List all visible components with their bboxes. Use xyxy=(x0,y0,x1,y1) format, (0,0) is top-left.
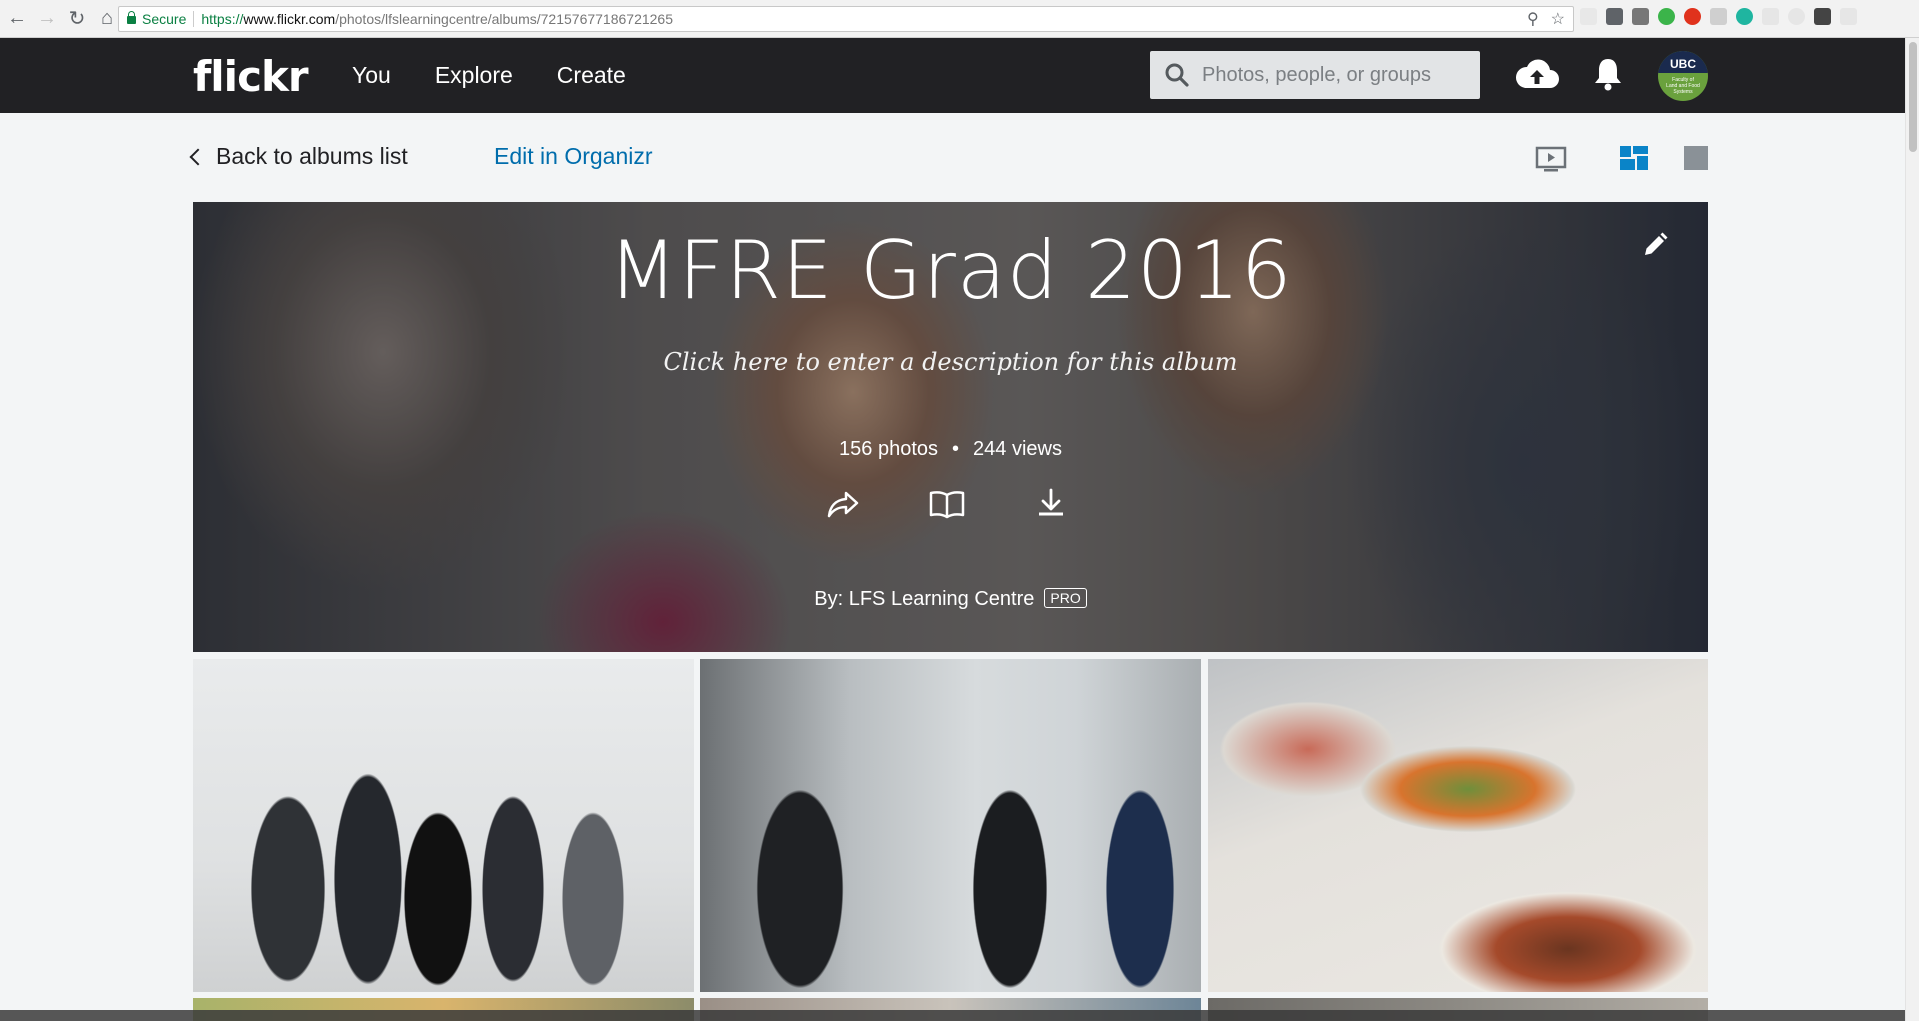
pro-badge: PRO xyxy=(1044,588,1087,608)
avatar-subtext: Faculty of Land and Food Systems xyxy=(1666,77,1700,95)
search-box[interactable] xyxy=(1150,51,1480,99)
photo-thumbnail[interactable] xyxy=(1208,659,1708,992)
nav-you[interactable]: You xyxy=(352,62,391,89)
main-nav: You Explore Create xyxy=(352,62,670,89)
flickr-logo[interactable]: flickr xyxy=(193,52,309,101)
site-header: flickr You Explore Create UBC Faculty of… xyxy=(0,38,1905,113)
chevron-left-icon xyxy=(189,148,207,165)
extension-icon[interactable] xyxy=(1762,8,1779,25)
owner-link[interactable]: By: LFS Learning Centre xyxy=(814,588,1034,610)
bell-icon[interactable] xyxy=(1592,56,1624,97)
search-input[interactable] xyxy=(1202,63,1462,87)
url-host: www.flickr.com xyxy=(243,11,336,27)
dropbox-icon[interactable] xyxy=(1710,8,1727,25)
extension-icon[interactable] xyxy=(1814,8,1831,25)
divider xyxy=(193,11,195,27)
upload-cloud-icon[interactable] xyxy=(1514,56,1560,97)
extension-icon[interactable] xyxy=(1658,8,1675,25)
nav-explore[interactable]: Explore xyxy=(435,62,513,89)
nav-create[interactable]: Create xyxy=(557,62,626,89)
page-scrollbar[interactable] xyxy=(1905,38,1919,1021)
large-view-icon[interactable] xyxy=(1684,146,1708,175)
avatar-text: UBC xyxy=(1658,51,1708,73)
secure-indicator[interactable]: Secure xyxy=(127,11,186,27)
url-path: /photos/lfslearningcentre/albums/7215767… xyxy=(335,11,673,27)
extension-icon[interactable] xyxy=(1840,8,1857,25)
secure-label: Secure xyxy=(142,11,187,27)
album-title[interactable]: MFRE Grad 2016 xyxy=(193,224,1708,317)
stats-separator: • xyxy=(952,438,960,460)
download-icon[interactable] xyxy=(1033,486,1069,522)
address-bar[interactable]: Secure https://www.flickr.com/photos/lfs… xyxy=(118,6,1574,32)
album-stats: 156 photos • 244 views xyxy=(193,438,1708,461)
opera-icon[interactable] xyxy=(1684,8,1701,25)
view-count: 244 views xyxy=(973,438,1062,460)
back-label: Back to albums list xyxy=(216,143,408,169)
slideshow-icon[interactable] xyxy=(1535,146,1567,179)
bottom-edge-shadow xyxy=(0,1010,1905,1021)
photo-count: 156 photos xyxy=(839,438,939,460)
pocket-icon[interactable] xyxy=(1606,8,1623,25)
justified-view-icon[interactable] xyxy=(1620,146,1648,177)
browser-toolbar: ← → ↻ ⌂ Secure https://www.flickr.com/ph… xyxy=(0,0,1919,38)
search-icon xyxy=(1165,63,1189,87)
album-owner: By: LFS Learning Centre PRO xyxy=(193,588,1708,611)
album-cover: MFRE Grad 2016 Click here to enter a des… xyxy=(193,202,1708,652)
bookmark-star-icon[interactable]: ☆ xyxy=(1551,9,1565,29)
album-actions xyxy=(825,486,1069,522)
zoom-icon[interactable]: ⚲ xyxy=(1527,9,1539,29)
pencil-icon[interactable] xyxy=(1640,230,1670,265)
share-icon[interactable] xyxy=(825,486,861,522)
reload-icon[interactable]: ↻ xyxy=(64,6,90,32)
back-to-albums-link[interactable]: Back to albums list xyxy=(189,143,408,170)
home-icon[interactable]: ⌂ xyxy=(94,6,120,32)
forward-arrow-icon[interactable]: → xyxy=(34,6,60,32)
album-description[interactable]: Click here to enter a description for th… xyxy=(193,348,1708,376)
scrollbar-thumb[interactable] xyxy=(1909,42,1917,152)
book-icon[interactable] xyxy=(929,486,965,522)
edit-in-organizr-link[interactable]: Edit in Organizr xyxy=(494,143,653,170)
photo-thumbnail[interactable] xyxy=(700,659,1201,992)
extension-icons xyxy=(1580,8,1857,25)
extension-icon[interactable] xyxy=(1788,8,1805,25)
extension-icon[interactable] xyxy=(1580,8,1597,25)
mail-icon[interactable] xyxy=(1632,8,1649,25)
lock-icon xyxy=(127,11,136,24)
photo-thumbnail[interactable] xyxy=(193,659,694,992)
avatar[interactable]: UBC Faculty of Land and Food Systems xyxy=(1658,51,1708,101)
extension-icon[interactable] xyxy=(1736,8,1753,25)
url-scheme: https:// xyxy=(201,11,244,27)
back-arrow-icon[interactable]: ← xyxy=(4,6,30,32)
